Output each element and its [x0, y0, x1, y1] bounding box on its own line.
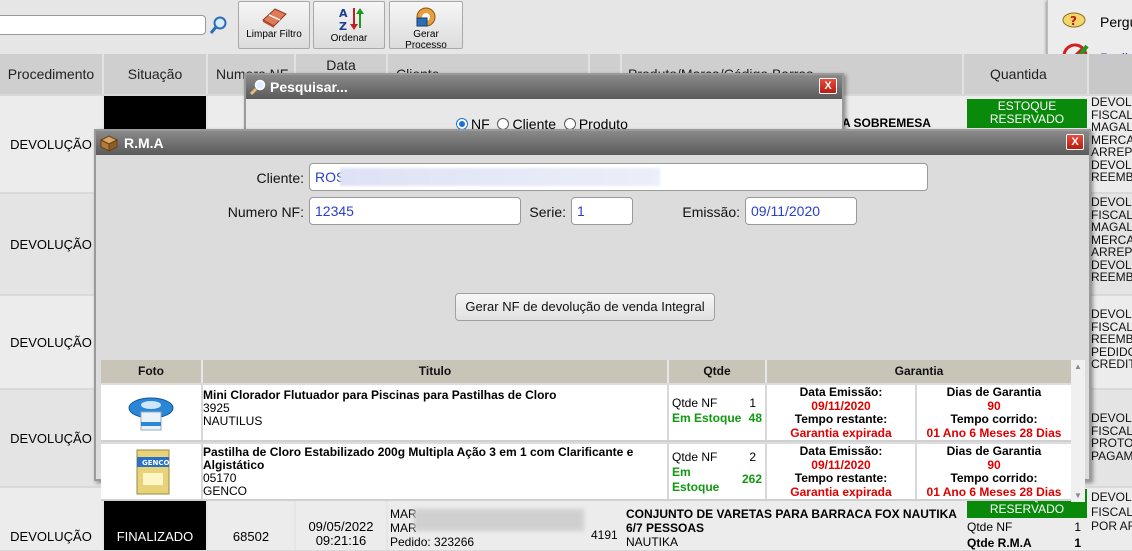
- item-brand: NAUTILUS: [203, 414, 263, 428]
- photo-cell: [101, 385, 203, 440]
- cliente-field[interactable]: ROS: [309, 163, 928, 191]
- rma-dialog-title: R.M.A: [124, 135, 164, 151]
- svg-text:Z: Z: [339, 20, 347, 32]
- row-product: CONJUNTO DE VARETAS PARA BARRACA FOX NAU…: [626, 507, 957, 549]
- sort-label: Ordenar: [330, 33, 368, 44]
- title-cell: Mini Clorador Flutuador para Piscinas pa…: [203, 385, 669, 440]
- rma-dialog: R.M.A X Cliente: ROS Numero NF: 12345 Se…: [94, 129, 1091, 502]
- questions-icon: ?: [1062, 12, 1086, 28]
- row-side-text: DEVOL FISCAL POR AF: [1091, 490, 1132, 533]
- svg-text:GENCO: GENCO: [142, 459, 170, 467]
- item-title: Mini Clorador Flutuador para Piscinas pa…: [203, 388, 557, 402]
- emissao-label: Emissão:: [682, 204, 740, 220]
- search-icon[interactable]: [208, 14, 230, 36]
- col-situacao[interactable]: Situação: [104, 54, 208, 94]
- serie-field[interactable]: 1: [571, 197, 633, 225]
- row-side-text: DEVOL FISCAL MAGAL MERCA ARREP DEVOL REE…: [1091, 196, 1132, 284]
- row-procedimento: DEVOLUÇÃO: [0, 390, 104, 486]
- sort-az-icon: A Z: [339, 7, 364, 32]
- row-product: A SOBREMESA: [842, 116, 931, 130]
- generate-return-invoice-button[interactable]: Gerar NF de devolução de venda Integral: [455, 293, 715, 321]
- col-quantidade[interactable]: Quantida: [964, 54, 1089, 94]
- em-estoque-value: 48: [748, 411, 762, 425]
- qtde-nf-label: Qtde NF: [672, 450, 718, 464]
- numero-nf-field[interactable]: 12345: [309, 197, 521, 225]
- qtde-nf-value: 1: [749, 396, 756, 410]
- col-foto: Foto: [101, 360, 203, 383]
- table-row[interactable]: Mini Clorador Flutuador para Piscinas pa…: [101, 385, 1071, 442]
- eraser-icon: [262, 8, 287, 28]
- generate-label-2: Processo: [405, 40, 447, 51]
- rma-dialog-body: Cliente: ROS Numero NF: 12345 Serie: 1 E…: [96, 155, 1089, 502]
- row-procedimento: DEVOLUÇÃO: [0, 96, 104, 192]
- col-titulo: Titulo: [203, 360, 669, 383]
- scroll-down-icon[interactable]: ▼: [1074, 491, 1082, 500]
- qtde-nf-label: Qtde NF: [672, 396, 718, 410]
- row-qtde: Qtde NF 1 Qtde R.M.A 1: [967, 520, 1081, 550]
- em-estoque-label: Em Estoque: [672, 411, 742, 425]
- photo-cell: GENCO: [101, 444, 203, 499]
- sort-button[interactable]: A Z Ordenar: [313, 1, 385, 49]
- row-code: 4191: [591, 528, 618, 542]
- qtde-nf-value: 2: [749, 450, 756, 464]
- search-dialog-titlebar[interactable]: Pesquisar... X: [246, 75, 842, 99]
- search-dialog-close-button[interactable]: X: [819, 78, 837, 94]
- product-photo-floater: [125, 388, 177, 438]
- redacted-block: [414, 509, 584, 531]
- menu-item-questions[interactable]: ? Pergu: [1048, 2, 1132, 38]
- product-photo-bucket: GENCO: [133, 447, 173, 497]
- scroll-up-icon[interactable]: ▲: [1074, 362, 1082, 371]
- col-garantia: Garantia: [767, 360, 1071, 383]
- toolbar: Limpar Filtro A Z Ordenar Gerar Processo…: [0, 0, 1132, 80]
- item-code: 3925: [203, 401, 230, 415]
- em-estoque-value: 262: [741, 472, 762, 486]
- redacted-block: [340, 168, 660, 186]
- col-qtde: Qtde: [669, 360, 767, 383]
- svg-text:A: A: [339, 7, 348, 20]
- garantia-dias-cell: Dias de Garantia 90 Tempo corrido: 01 An…: [926, 385, 1062, 440]
- col-procedimento[interactable]: Procedimento: [0, 54, 104, 94]
- row-side-text: DEVOL FISCAL MAGAL MERCA ARREP DEVOL REE…: [1091, 96, 1132, 184]
- svg-text:?: ?: [1070, 14, 1077, 28]
- search-dialog-title: Pesquisar...: [270, 79, 348, 95]
- garantia-emissao-cell: Data Emissão: 09/11/2020 Tempo restante:…: [767, 385, 917, 440]
- em-estoque-label: Em Estoque: [672, 465, 720, 494]
- row-time-value: 09:21:16: [315, 533, 367, 548]
- table-scrollbar[interactable]: ▲ ▼: [1071, 360, 1085, 502]
- item-brand: GENCO: [203, 484, 248, 498]
- row-side-text: DEVOL FISCAL PROTO PAGAM: [1091, 412, 1132, 462]
- serie-label: Serie:: [529, 204, 566, 220]
- rma-items-table: Foto Titulo Qtde Garantia Mini Clorador …: [101, 360, 1071, 502]
- cliente-label: Cliente:: [256, 170, 304, 186]
- item-code: 05170: [203, 471, 237, 485]
- clear-filter-button[interactable]: Limpar Filtro: [238, 1, 310, 49]
- process-gear-icon: [416, 7, 436, 27]
- rma-dialog-titlebar[interactable]: R.M.A X: [96, 131, 1089, 155]
- numero-nf-label: Numero NF:: [227, 204, 304, 220]
- generate-label-1: Gerar: [413, 29, 439, 40]
- qtde-cell: Qtde NF 1 Em Estoque 48: [669, 385, 767, 440]
- generate-process-button[interactable]: Gerar Processo: [389, 1, 463, 51]
- menu-item-questions-label: Pergu: [1100, 14, 1132, 30]
- row-procedimento: DEVOLUÇÃO: [0, 194, 104, 294]
- row-procedimento: DEVOLUÇÃO: [0, 488, 104, 550]
- garantia-emissao-cell: Data Emissão: 09/11/2020 Tempo restante:…: [767, 444, 917, 499]
- title-cell: Pastilha de Cloro Estabilizado 200g Mult…: [203, 444, 669, 499]
- item-title: Pastilha de Cloro Estabilizado 200g Mult…: [203, 445, 634, 472]
- status-badge: ESTOQUERESERVADO: [967, 99, 1087, 128]
- box-icon: [99, 135, 119, 152]
- table-row[interactable]: GENCO Pastilha de Cloro Estabilizado 200…: [101, 444, 1071, 501]
- row-date-value: 09/05/2022: [308, 519, 374, 534]
- search-icon: [249, 79, 266, 96]
- row-side-text: DEVOL FISCAL REEMB PEDIDO CREDIT: [1091, 308, 1132, 371]
- emissao-field[interactable]: 09/11/2020: [745, 197, 857, 225]
- clear-filter-label: Limpar Filtro: [246, 29, 302, 40]
- filter-search-input[interactable]: [0, 15, 206, 35]
- qtde-cell: Qtde NF 2 Em Estoque 262: [669, 444, 767, 499]
- row-procedimento: DEVOLUÇÃO: [0, 296, 104, 388]
- garantia-dias-cell: Dias de Garantia 90 Tempo corrido: 01 An…: [926, 444, 1062, 499]
- rma-dialog-close-button[interactable]: X: [1066, 134, 1084, 150]
